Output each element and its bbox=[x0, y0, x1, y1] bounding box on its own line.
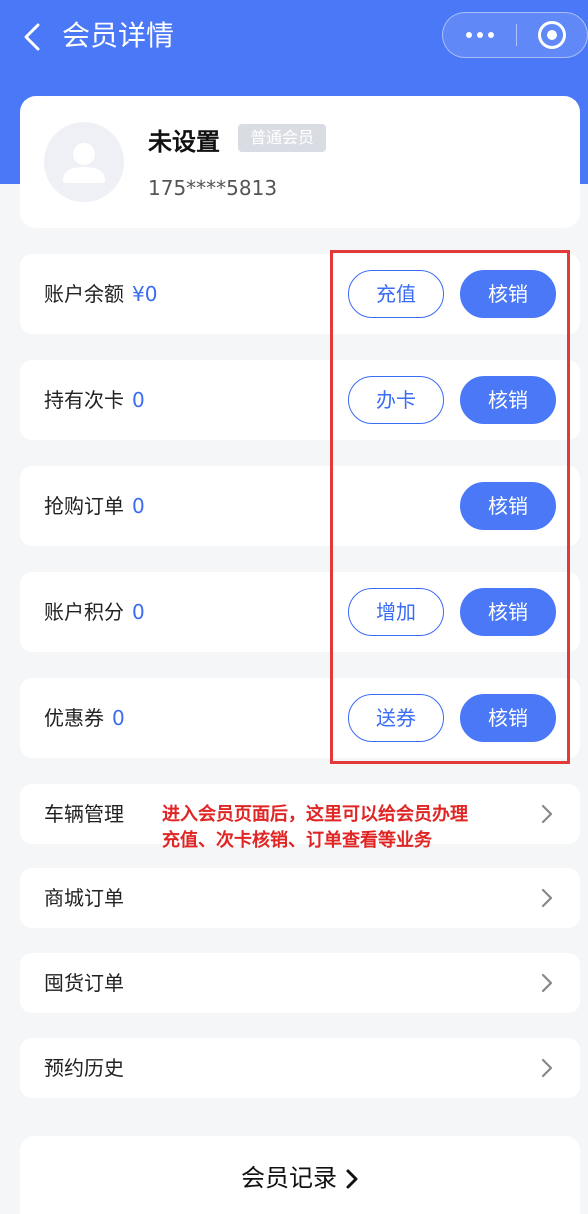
row-label: 优惠券 0 bbox=[44, 704, 125, 732]
row-label: 账户积分 0 bbox=[44, 598, 145, 626]
back-button[interactable] bbox=[18, 20, 46, 54]
menu-item-label: 囤货订单 bbox=[44, 971, 124, 995]
member-records-label: 会员记录 bbox=[241, 1164, 337, 1192]
flash-sale-label: 抢购订单 bbox=[44, 494, 124, 518]
navigation-bar: 会员详情 bbox=[0, 0, 588, 74]
more-dot bbox=[476, 32, 483, 38]
menu-item-stock-orders[interactable]: 囤货订单 bbox=[20, 953, 580, 1013]
menu-item-label: 预约历史 bbox=[44, 1056, 124, 1080]
capsule-divider bbox=[516, 24, 517, 46]
annotation-note: 进入会员页面后，这里可以给会员办理 充值、次卡核销、订单查看等业务 bbox=[162, 802, 468, 854]
chevron-right-icon bbox=[346, 1169, 358, 1189]
chevron-right-icon bbox=[541, 888, 553, 908]
chevron-right-icon bbox=[541, 973, 553, 993]
menu-item-booking-history[interactable]: 预约历史 bbox=[20, 1038, 580, 1098]
menu-item-mall-orders[interactable]: 商城订单 bbox=[20, 868, 580, 928]
member-name: 未设置 bbox=[148, 128, 220, 156]
member-level-badge: 普通会员 bbox=[238, 124, 327, 152]
menu-item-label: 商城订单 bbox=[44, 886, 124, 910]
more-dot bbox=[487, 32, 494, 38]
page-title: 会员详情 bbox=[62, 19, 175, 52]
more-dots-icon bbox=[465, 32, 472, 38]
balance-label: 账户余额 bbox=[44, 282, 124, 306]
row-label: 账户余额 ¥0 bbox=[44, 280, 157, 308]
balance-value: ¥0 bbox=[132, 282, 158, 306]
coupon-label: 优惠券 bbox=[44, 706, 104, 730]
chevron-right-icon bbox=[541, 804, 553, 824]
member-records-card: 会员记录 bbox=[20, 1136, 580, 1214]
row-label: 持有次卡 0 bbox=[44, 386, 145, 414]
menu-item-label: 车辆管理 bbox=[44, 802, 124, 826]
coupon-value: 0 bbox=[112, 706, 125, 730]
card-label: 持有次卡 bbox=[44, 388, 124, 412]
points-label: 账户积分 bbox=[44, 600, 124, 624]
mini-program-capsule bbox=[442, 12, 588, 58]
user-avatar-icon bbox=[63, 143, 105, 183]
points-value: 0 bbox=[132, 600, 145, 624]
highlight-box bbox=[330, 250, 570, 764]
member-records-button[interactable]: 会员记录 bbox=[20, 1160, 580, 1196]
annotation-line-2: 充值、次卡核销、订单查看等业务 bbox=[162, 830, 432, 851]
member-profile-card: 未设置 普通会员 175****5813 bbox=[20, 96, 580, 228]
member-phone: 175****5813 bbox=[148, 176, 278, 200]
row-label: 抢购订单 0 bbox=[44, 492, 145, 520]
avatar bbox=[44, 122, 124, 202]
flash-sale-value: 0 bbox=[132, 494, 145, 518]
chevron-left-icon bbox=[24, 23, 40, 51]
annotation-line-1: 进入会员页面后，这里可以给会员办理 bbox=[162, 804, 468, 825]
more-menu-button[interactable] bbox=[443, 13, 516, 57]
card-value: 0 bbox=[132, 388, 145, 412]
chevron-right-icon bbox=[541, 1058, 553, 1078]
close-target-icon[interactable] bbox=[538, 21, 566, 49]
